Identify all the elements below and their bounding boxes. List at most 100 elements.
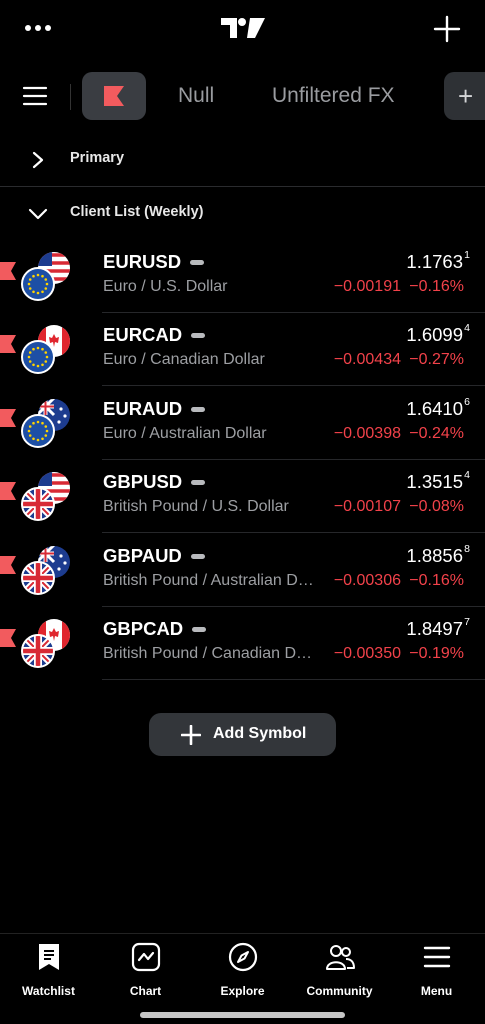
red-flag-marker-icon — [0, 556, 16, 574]
symbol-price: 1.8497 — [406, 618, 463, 639]
price-change-percent: −0.16% — [409, 278, 464, 295]
red-flag-marker-icon — [0, 409, 16, 427]
bottom-nav: Watchlist Chart Explore Community Menu — [0, 933, 485, 1024]
symbol-status-dash — [190, 260, 204, 265]
row-divider — [102, 385, 485, 386]
plus-icon[interactable] — [433, 15, 461, 43]
price-superscript: 4 — [464, 469, 470, 481]
price-change: −0.00350 — [333, 645, 401, 662]
watchlist-row[interactable]: GBPAUD British Pound / Australian D… 1.885… — [0, 534, 485, 607]
watchlist-row[interactable]: EURCAD Euro / Canadian Dollar 1.6099 4 −0.00… — [0, 313, 485, 386]
watchlist-row[interactable]: GBPUSD British Pound / U.S. Dollar 1.3515 4… — [0, 460, 485, 533]
price-change: −0.00398 — [333, 425, 401, 442]
symbol-description: Euro / U.S. Dollar — [103, 278, 228, 295]
price-superscript: 1 — [464, 249, 470, 261]
more-dots-icon[interactable] — [24, 18, 52, 38]
red-flag-icon — [104, 86, 124, 106]
symbol-status-dash — [191, 480, 205, 485]
home-indicator[interactable] — [140, 1012, 345, 1018]
symbol-ticker: EURAUD — [103, 398, 183, 419]
nav-community[interactable]: Community — [291, 934, 388, 1004]
chart-icon — [131, 942, 161, 972]
nav-label: Menu — [420, 984, 453, 998]
row-divider — [102, 532, 485, 533]
symbol-price: 1.1763 — [406, 251, 463, 272]
price-change-percent: −0.16% — [409, 572, 464, 589]
symbol-ticker: EURCAD — [103, 324, 183, 345]
red-flag-marker-icon — [0, 482, 16, 500]
currency-pair-flags-icon — [21, 619, 70, 668]
price-superscript: 8 — [464, 543, 470, 555]
tab-unfiltered-fx[interactable]: Unfiltered FX — [272, 84, 395, 108]
red-flag-marker-icon — [0, 335, 16, 353]
top-bar — [0, 0, 485, 58]
nav-label: Watchlist — [22, 984, 75, 998]
tab-null[interactable]: Null — [178, 84, 214, 108]
currency-pair-flags-icon — [21, 399, 70, 448]
symbol-price: 1.6099 — [406, 324, 463, 345]
plus-icon — [181, 725, 201, 745]
nav-menu[interactable]: Menu — [388, 934, 485, 1004]
symbol-status-dash — [191, 407, 205, 412]
price-change-percent: −0.19% — [409, 645, 464, 662]
currency-pair-flags-icon — [21, 546, 70, 595]
price-change: −0.00107 — [333, 498, 401, 515]
tradingview-logo-icon — [221, 18, 265, 38]
price-change-percent: −0.08% — [409, 498, 464, 515]
add-list-button[interactable]: + — [444, 72, 485, 120]
section-label: Client List (Weekly) — [70, 204, 204, 220]
price-change: −0.00191 — [333, 278, 401, 295]
symbol-ticker: GBPAUD — [103, 545, 182, 566]
community-icon — [326, 945, 355, 970]
currency-pair-flags-icon — [21, 252, 70, 301]
symbol-ticker: GBPCAD — [103, 618, 184, 639]
watchlist-tabs: Null Unfiltered FX + — [0, 70, 485, 124]
divider — [0, 186, 485, 187]
symbol-price: 1.3515 — [406, 471, 463, 492]
hamburger-icon[interactable] — [22, 85, 48, 107]
symbol-status-dash — [191, 333, 205, 338]
add-symbol-label: Add Symbol — [213, 725, 307, 742]
price-change-percent: −0.27% — [409, 351, 464, 368]
red-flag-marker-icon — [0, 262, 16, 280]
chevron-down-icon — [28, 208, 48, 220]
symbol-description: Euro / Canadian Dollar — [103, 351, 265, 368]
watchlist-row[interactable]: EURUSD Euro / U.S. Dollar 1.1763 1 −0.00191−… — [0, 240, 485, 313]
symbol-description: British Pound / U.S. Dollar — [103, 498, 289, 515]
nav-label: Explore — [220, 984, 265, 998]
symbol-ticker: GBPUSD — [103, 471, 183, 492]
symbol-price: 1.8856 — [406, 545, 463, 566]
watchlist-row[interactable]: GBPCAD British Pound / Canadian D… 1.8497 7… — [0, 607, 485, 680]
price-change: −0.00306 — [333, 572, 401, 589]
add-list-label: + — [458, 81, 474, 111]
symbol-description: Euro / Australian Dollar — [103, 425, 267, 442]
section-label: Primary — [70, 150, 125, 166]
row-divider — [102, 679, 485, 680]
add-symbol-button[interactable]: Add Symbol — [149, 713, 336, 756]
nav-chart[interactable]: Chart — [97, 934, 194, 1004]
symbol-description: British Pound / Canadian D… — [103, 645, 312, 662]
price-change: −0.00434 — [333, 351, 401, 368]
nav-watchlist[interactable]: Watchlist — [0, 934, 97, 1004]
watchlist-icon — [39, 944, 59, 970]
symbol-status-dash — [191, 554, 205, 559]
section-client-list[interactable]: Client List (Weekly) — [0, 189, 485, 239]
tab-separator — [70, 84, 71, 110]
symbol-description: British Pound / Australian D… — [103, 572, 314, 589]
currency-pair-flags-icon — [21, 325, 70, 374]
red-flag-marker-icon — [0, 629, 16, 647]
price-superscript: 6 — [464, 396, 470, 408]
tab-flagged[interactable] — [82, 72, 146, 120]
price-change-percent: −0.24% — [409, 425, 464, 442]
menu-icon — [423, 946, 451, 968]
symbol-status-dash — [192, 627, 206, 632]
nav-label: Community — [306, 984, 373, 998]
nav-label: Chart — [129, 984, 162, 998]
chevron-right-icon — [32, 151, 44, 169]
price-superscript: 4 — [464, 322, 470, 334]
price-superscript: 7 — [464, 616, 470, 628]
watchlist-row[interactable]: EURAUD Euro / Australian Dollar 1.6410 6 −0.… — [0, 387, 485, 460]
section-primary[interactable]: Primary — [0, 135, 485, 185]
nav-explore[interactable]: Explore — [194, 934, 291, 1004]
currency-pair-flags-icon — [21, 472, 70, 521]
